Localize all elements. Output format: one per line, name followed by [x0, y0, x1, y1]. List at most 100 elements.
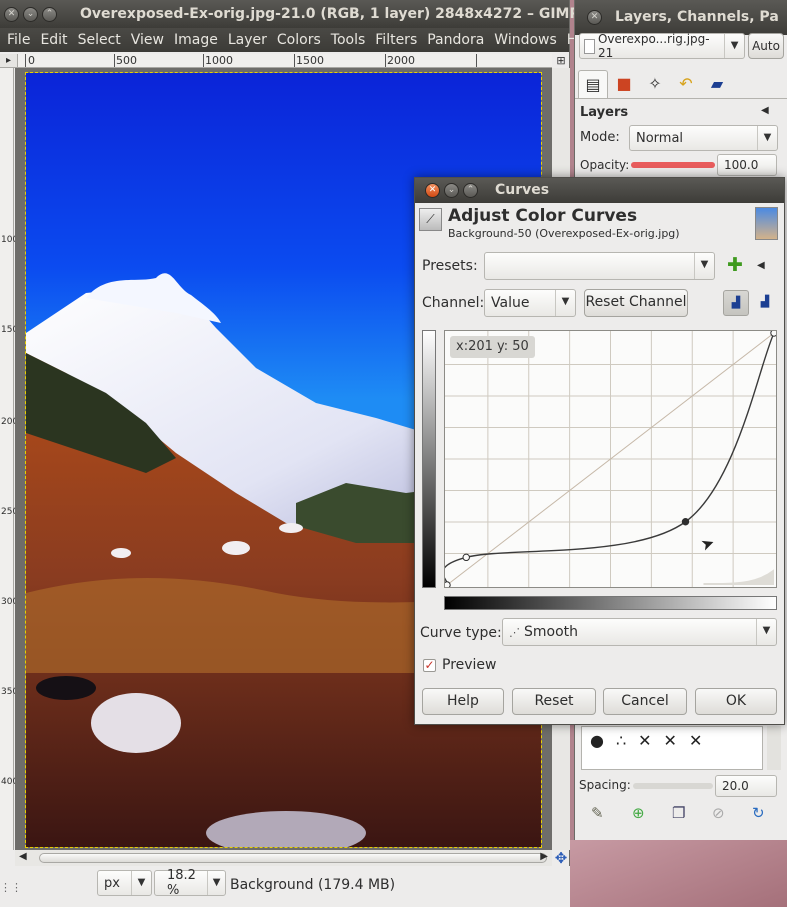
curve-control-point[interactable] [770, 329, 778, 337]
chevron-down-icon: ▼ [757, 126, 777, 150]
menu-colors[interactable]: Colors [272, 32, 326, 48]
minimize-dialog-icon[interactable]: ⌄ [444, 183, 459, 198]
scroll-left-icon[interactable]: ◀ [19, 851, 27, 862]
menu-image[interactable]: Image [169, 32, 223, 48]
ruler-label: 2500 [1, 507, 24, 517]
spacing-spinner[interactable]: 20.0 [715, 775, 777, 797]
help-button[interactable]: Help [422, 688, 504, 715]
curve-control-point[interactable] [462, 553, 470, 562]
channels-tab-icon[interactable]: ■ [609, 70, 639, 98]
statusbar: ⋮⋮ px ▼ 18.2 % ▼ Background (179.4 MB) [0, 866, 570, 907]
ruler-label: 500 [116, 54, 137, 67]
image-selector[interactable]: Overexpo...rig.jpg-21 ▼ [579, 32, 745, 60]
zoom-selector[interactable]: 18.2 % ▼ [154, 868, 226, 898]
channel-value: Value [491, 295, 530, 311]
presets-selector[interactable]: ▼ [484, 252, 715, 280]
menu-filters[interactable]: Filters [370, 32, 422, 48]
histogram-tab-icon[interactable]: ▰ [702, 70, 732, 98]
mode-selector[interactable]: Normal ▼ [629, 125, 778, 151]
duplicate-brush-icon[interactable]: ❐ [672, 804, 685, 822]
opacity-slider[interactable] [631, 162, 715, 168]
curve-control-point[interactable] [443, 581, 451, 589]
horizontal-ruler[interactable]: 0 500 1000 1500 2000 [18, 54, 552, 68]
curves-dialog-title: Curves [495, 182, 550, 198]
menu-layer[interactable]: Layer [223, 32, 272, 48]
close-dialog-icon[interactable]: ✕ [425, 183, 440, 198]
add-preset-icon[interactable]: ✚ [727, 256, 743, 275]
spacing-label: Spacing: [579, 778, 631, 792]
log-histogram-icon[interactable]: ▟ [752, 290, 778, 316]
scroll-right-icon[interactable]: ▶ [540, 851, 548, 862]
delete-brush-icon[interactable]: ⊘ [712, 804, 725, 822]
edit-brush-icon[interactable]: ✎ [591, 804, 604, 822]
opacity-slider-fill [631, 162, 715, 168]
navigate-icon[interactable]: ⊞ [552, 54, 570, 68]
channel-selector[interactable]: Value ▼ [484, 289, 576, 317]
opacity-label: Opacity: [580, 158, 630, 172]
maximize-window-icon[interactable]: ⌃ [42, 6, 57, 22]
opacity-spinner[interactable]: 100.0 [717, 154, 777, 176]
menu-select[interactable]: Select [73, 32, 126, 48]
dialog-subheading: Background-50 (Overexposed-Ex-orig.jpg) [448, 227, 680, 240]
new-brush-icon[interactable]: ⊕ [632, 804, 645, 822]
horizontal-scrollbar[interactable]: ◀ ▶ [15, 850, 552, 866]
curve-graph [442, 329, 778, 589]
image-selector-value: Overexpo...rig.jpg-21 [597, 32, 710, 60]
paths-tab-icon[interactable]: ✧ [640, 70, 670, 98]
preset-menu-icon[interactable]: ◀ [757, 260, 765, 271]
curve-editor[interactable]: x:201 y: 50 ➤ [442, 329, 778, 589]
curves-titlebar: ✕ ⌄ ⌃ Curves [415, 178, 784, 203]
cursor-coordinates: x:201 y: 50 [450, 336, 535, 358]
refresh-brushes-icon[interactable]: ↻ [752, 804, 765, 822]
menu-file[interactable]: File [2, 32, 35, 48]
curve-type-selector[interactable]: ⋰ Smooth ▼ [502, 618, 777, 646]
ruler-label: 1000 [1, 235, 24, 245]
ruler-label: 2000 [387, 54, 415, 67]
layers-panel-title: Layers [580, 105, 629, 120]
cancel-button[interactable]: Cancel [603, 688, 687, 715]
navigate-move-icon[interactable]: ✥ [553, 850, 569, 866]
chevron-down-icon: ▼ [555, 290, 575, 316]
maximize-dialog-icon[interactable]: ⌃ [463, 183, 478, 198]
desktop-background [570, 840, 787, 907]
curve-type-label: Curve type: [420, 625, 502, 641]
channel-label: Channel: [422, 295, 485, 311]
spacing-slider[interactable] [633, 783, 713, 789]
close-window-icon[interactable]: ✕ [4, 6, 19, 22]
chevron-down-icon: ▼ [724, 34, 744, 58]
auto-button[interactable]: Auto [748, 33, 784, 59]
unit-selector[interactable]: px ▼ [97, 870, 152, 896]
minimize-window-icon[interactable]: ⌄ [23, 6, 38, 22]
opacity-value: 100.0 [724, 158, 759, 172]
brushes-grid[interactable]: ●∴✕✕✕ [581, 726, 763, 770]
menu-tools[interactable]: Tools [326, 32, 371, 48]
close-dock-icon[interactable]: ✕ [587, 10, 602, 25]
quick-mask-toggle[interactable]: ▸ [0, 54, 18, 68]
ruler-label: 1500 [1, 325, 24, 335]
ruler-label: 2000 [1, 417, 24, 427]
menu-view[interactable]: View [126, 32, 169, 48]
linear-histogram-icon[interactable]: ▟ [723, 290, 749, 316]
panel-menu-icon[interactable]: ◀ [761, 105, 769, 116]
layers-tab-icon[interactable]: ▤ [578, 70, 608, 98]
menu-edit[interactable]: Edit [35, 32, 72, 48]
curve-control-point[interactable] [681, 518, 690, 526]
menu-windows[interactable]: Windows [489, 32, 562, 48]
menubar: File Edit Select View Image Layer Colors… [0, 28, 599, 52]
presets-label: Presets: [422, 258, 478, 274]
curves-dialog: ✕ ⌄ ⌃ Curves ⟋ Adjust Color Curves Backg… [414, 177, 785, 725]
mode-label: Mode: [580, 130, 620, 145]
preview-checkbox[interactable]: ✓ [423, 659, 436, 672]
horizontal-scroll-thumb[interactable] [39, 853, 547, 863]
horizontal-gradient-bar [444, 596, 777, 610]
reset-button[interactable]: Reset [512, 688, 596, 715]
ruler-label: 3000 [1, 597, 24, 607]
layer-thumbnail [755, 207, 778, 240]
brushes-scrollbar[interactable] [767, 726, 781, 770]
reset-channel-button[interactable]: Reset Channel [584, 289, 688, 317]
undo-history-tab-icon[interactable]: ↶ [671, 70, 701, 98]
chevron-down-icon: ▼ [131, 871, 151, 895]
ok-button[interactable]: OK [695, 688, 777, 715]
menu-pandora[interactable]: Pandora [422, 32, 489, 48]
vertical-ruler[interactable]: 1000 1500 2000 2500 3000 3500 4000 [0, 68, 24, 850]
